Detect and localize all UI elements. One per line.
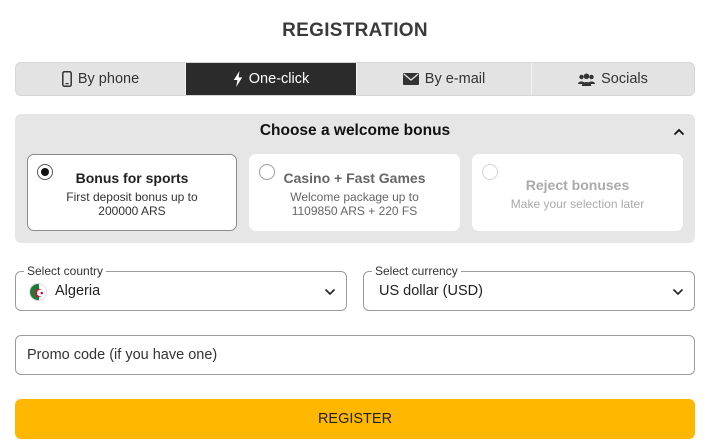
- bonus-option-title: Bonus for sports: [75, 170, 189, 186]
- register-button[interactable]: REGISTER: [15, 399, 695, 439]
- bonus-option-casino[interactable]: Casino + Fast Games Welcome package up t…: [249, 154, 460, 231]
- currency-select-label: Select currency: [372, 264, 461, 278]
- phone-icon: [61, 71, 72, 87]
- users-icon: [578, 73, 596, 86]
- currency-select[interactable]: Select currency US dollar (USD): [363, 264, 695, 311]
- tab-label: One-click: [248, 71, 310, 87]
- bonus-option-title: Reject bonuses: [525, 177, 630, 193]
- bonus-option-reject[interactable]: Reject bonuses Make your selection later: [472, 154, 683, 231]
- tab-socials[interactable]: Socials: [532, 63, 694, 95]
- country-select-value: Algeria: [55, 283, 101, 299]
- bonus-option-description: Make your selection later: [510, 197, 645, 211]
- bonus-option-sports[interactable]: Bonus for sports First deposit bonus up …: [27, 154, 237, 231]
- bonus-option-title: Casino + Fast Games: [283, 170, 426, 186]
- tab-label: By phone: [77, 71, 140, 87]
- chevron-down-icon: [323, 285, 337, 299]
- tab-label: By e-mail: [424, 71, 486, 87]
- country-select[interactable]: Select country Algeria: [15, 264, 347, 311]
- promo-code-input[interactable]: [16, 336, 694, 374]
- bonus-option-description: First deposit bonus up to: [66, 190, 198, 204]
- promo-code-field: [15, 335, 695, 375]
- bonus-option-description: 200000 ARS: [98, 204, 166, 218]
- algeria-flag-icon: [29, 283, 47, 301]
- tab-one-click[interactable]: One-click: [186, 63, 357, 95]
- country-select-label: Select country: [24, 264, 107, 278]
- bonus-option-description: 1109850 ARS + 220 FS: [291, 204, 418, 218]
- page-title: REGISTRATION: [282, 20, 428, 41]
- bonus-heading: Choose a welcome bonus: [259, 122, 451, 139]
- registration-tabs: By phone One-click By e-mail Socials: [15, 62, 695, 96]
- tab-label: Socials: [601, 71, 648, 87]
- envelope-icon: [402, 73, 419, 85]
- tab-by-email[interactable]: By e-mail: [357, 63, 532, 95]
- chevron-down-icon: [671, 285, 685, 299]
- tab-by-phone[interactable]: By phone: [16, 63, 186, 95]
- chevron-up-icon[interactable]: [672, 125, 686, 139]
- currency-select-value: US dollar (USD): [379, 283, 483, 299]
- lightning-icon: [233, 71, 243, 87]
- bonus-option-description: Welcome package up to: [290, 190, 419, 204]
- welcome-bonus-panel: Choose a welcome bonus Bonus for sports …: [15, 114, 695, 243]
